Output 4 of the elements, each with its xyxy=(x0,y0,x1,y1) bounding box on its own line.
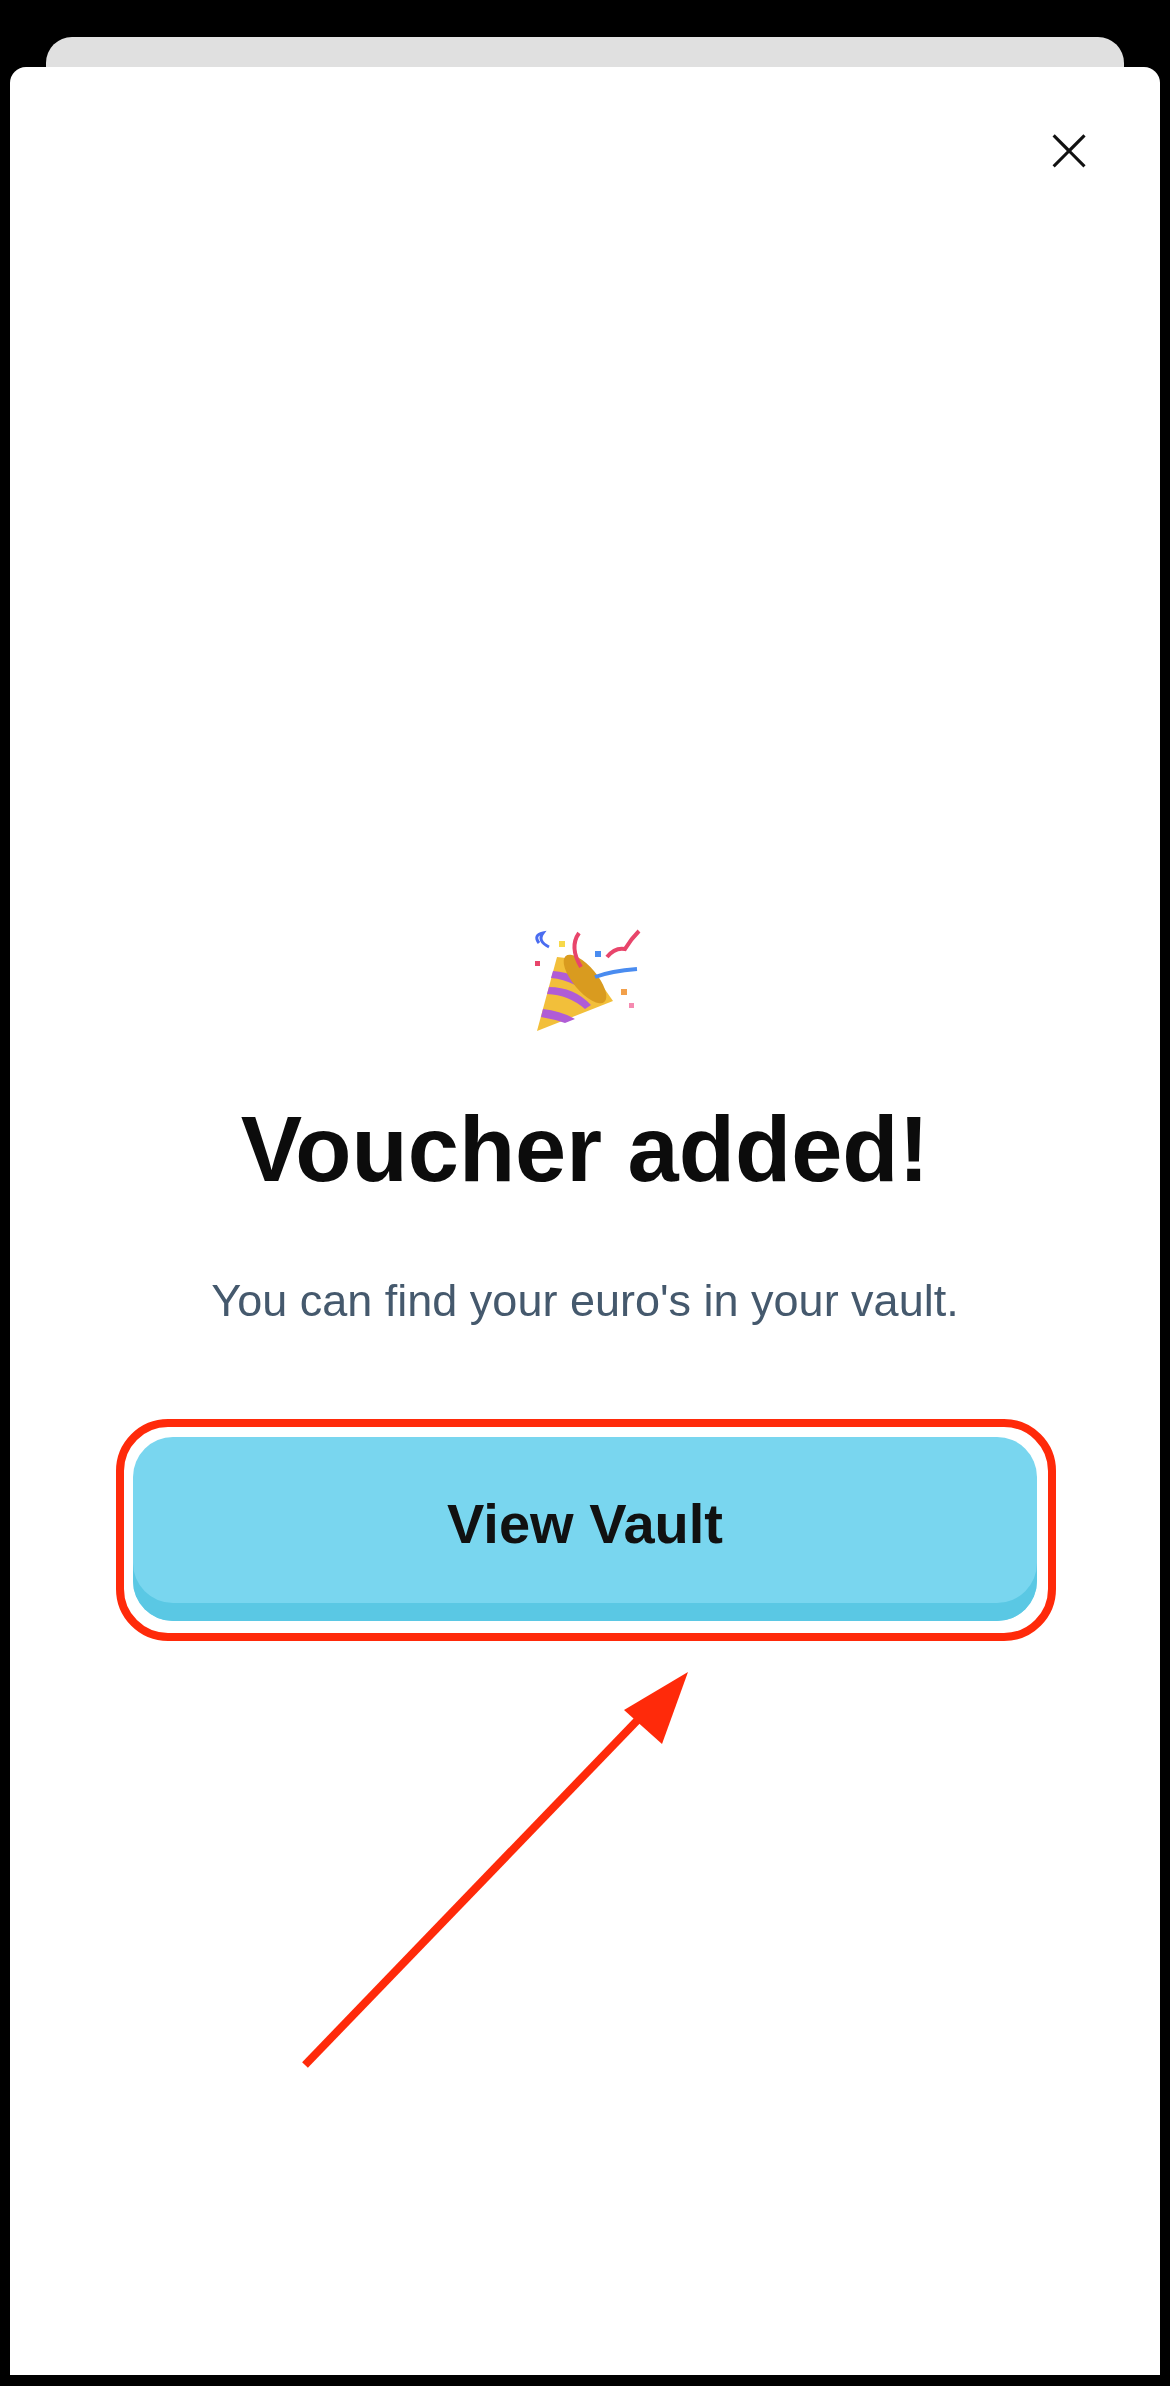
title: Voucher added! xyxy=(240,1097,930,1202)
close-button[interactable]: × xyxy=(1047,127,1091,171)
view-vault-button[interactable]: View Vault xyxy=(133,1437,1037,1621)
message: You can find your euro's in your vault. xyxy=(211,1274,959,1328)
